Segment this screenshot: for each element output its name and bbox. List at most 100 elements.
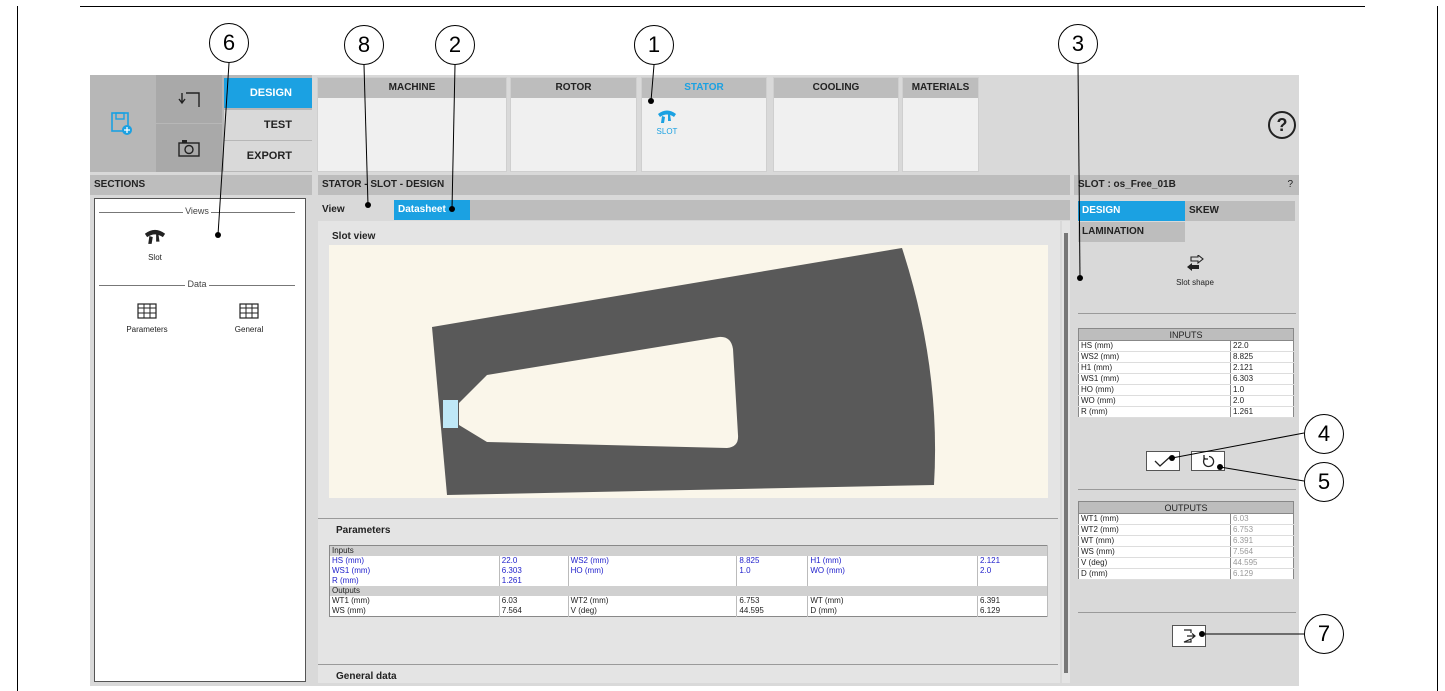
input-key: WO (mm) [1078, 395, 1231, 407]
input-value[interactable]: 1.261 [1230, 406, 1294, 418]
table-cell [568, 576, 738, 586]
nav-design-button[interactable]: DESIGN [224, 78, 312, 108]
table-cell: WS1 (mm) [329, 566, 500, 576]
table-cell: R (mm) [329, 576, 500, 586]
general-divider [318, 664, 1058, 665]
table-row: WT1 (mm) 6.03 WT2 (mm) 6.753 WT (mm) 6.3… [329, 596, 1048, 606]
module-materials[interactable]: MATERIALS [902, 77, 979, 172]
callout-8: 8 [344, 25, 384, 65]
outputs-group-label: Outputs [329, 586, 1048, 596]
table-row: WS (mm) 7.564 [1078, 546, 1294, 558]
stator-slot-label: SLOT [656, 127, 678, 136]
tab-skew[interactable]: SKEW [1185, 201, 1295, 221]
save-project-button[interactable] [90, 75, 154, 172]
nav-test-button[interactable]: TEST [224, 110, 312, 140]
output-value: 6.129 [1230, 568, 1294, 580]
table-cell: 8.825 [736, 556, 809, 566]
table-row: WO (mm) 2.0 [1078, 395, 1294, 407]
sections-panel: Views Slot Data Parameters General [94, 198, 306, 682]
slot-shape-button[interactable]: Slot shape [1160, 253, 1230, 287]
scrollbar-thumb[interactable] [1064, 233, 1068, 673]
table-cell: HS (mm) [329, 556, 500, 566]
callout-1: 1 [634, 25, 674, 65]
table-cell [807, 576, 979, 586]
sections-header: SECTIONS [90, 175, 312, 195]
input-value[interactable]: 1.0 [1230, 384, 1294, 396]
apply-button[interactable] [1146, 451, 1180, 471]
table-cell: WT1 (mm) [329, 596, 500, 606]
table-cell: WT2 (mm) [568, 596, 738, 606]
checkmark-icon [1154, 455, 1172, 467]
input-value[interactable]: 2.0 [1230, 395, 1294, 407]
stator-slot-button[interactable]: SLOT [652, 108, 682, 150]
input-value[interactable]: 6.303 [1230, 373, 1294, 385]
module-materials-label: MATERIALS [903, 78, 978, 98]
inputs-title: INPUTS [1078, 328, 1294, 341]
right-divider-1 [1078, 313, 1296, 314]
tab-view[interactable]: View [318, 200, 394, 220]
table-row: WS1 (mm) 6.303 [1078, 373, 1294, 385]
tab-datasheet[interactable]: Datasheet [394, 200, 470, 220]
table-row: WT1 (mm) 6.03 [1078, 513, 1294, 525]
table-cell: H1 (mm) [807, 556, 979, 566]
callout-6: 6 [209, 23, 249, 63]
center-scrollbar[interactable] [1062, 221, 1070, 683]
table-row: WS2 (mm) 8.825 [1078, 351, 1294, 363]
slot-icon [144, 229, 166, 244]
section-parameters-label: Parameters [126, 325, 168, 334]
module-cooling[interactable]: COOLING [773, 77, 899, 172]
back-button[interactable] [156, 75, 222, 123]
module-stator-label: STATOR [642, 78, 766, 98]
tab-design[interactable]: DESIGN [1078, 201, 1185, 221]
table-cell: WS2 (mm) [568, 556, 738, 566]
slot-name-title: SLOT : os_Free_01B [1078, 179, 1176, 190]
right-help-icon[interactable]: ? [1287, 175, 1293, 195]
tab-lamination[interactable]: LAMINATION [1078, 222, 1185, 242]
slot-view-title: Slot view [332, 231, 376, 242]
section-parameters[interactable]: Parameters [117, 303, 177, 334]
table-row: WT2 (mm) 6.753 [1078, 524, 1294, 536]
outputs-table: OUTPUTS WT1 (mm) 6.03 WT2 (mm) 6.753 WT (m… [1078, 501, 1294, 580]
camera-icon [178, 140, 200, 157]
table-row: R (mm) 1.261 [1078, 406, 1294, 418]
input-value[interactable]: 2.121 [1230, 362, 1294, 374]
table-cell: 6.03 [499, 596, 569, 606]
module-machine[interactable]: MACHINE [317, 77, 507, 172]
table-cell: D (mm) [807, 606, 979, 617]
module-machine-label: MACHINE [318, 78, 506, 98]
section-general[interactable]: General [219, 303, 279, 334]
table-cell: 1.261 [499, 576, 569, 586]
output-key: WT2 (mm) [1078, 524, 1231, 536]
table-cell: WT (mm) [807, 596, 979, 606]
section-slot-view[interactable]: Slot [135, 227, 175, 262]
section-slot-label: Slot [148, 253, 162, 262]
module-stator[interactable]: STATOR SLOT [641, 77, 767, 172]
center-header: STATOR - SLOT - DESIGN [318, 175, 1070, 195]
export-icon [1183, 629, 1196, 643]
callout-3: 3 [1058, 24, 1098, 64]
callout-5: 5 [1304, 462, 1344, 502]
table-cell: 6.391 [977, 596, 1048, 606]
reset-button[interactable] [1191, 451, 1225, 471]
input-value[interactable]: 22.0 [1230, 340, 1294, 352]
nav-export-button[interactable]: EXPORT [224, 141, 312, 171]
input-value[interactable]: 8.825 [1230, 351, 1294, 363]
table-icon [239, 303, 259, 319]
table-cell: 2.121 [977, 556, 1048, 566]
table-row: HS (mm) 22.0 [1078, 340, 1294, 352]
table-row: HO (mm) 1.0 [1078, 384, 1294, 396]
table-cell: 7.564 [499, 606, 569, 617]
views-group-label: Views [99, 206, 295, 216]
module-cooling-label: COOLING [774, 78, 898, 98]
help-button[interactable]: ? [1268, 111, 1296, 139]
table-cell: WS (mm) [329, 606, 500, 617]
swap-arrows-icon [1187, 253, 1204, 271]
slot-shape-label: Slot shape [1176, 278, 1214, 287]
table-icon [137, 303, 157, 319]
callout-4: 4 [1304, 414, 1344, 454]
module-rotor[interactable]: ROTOR [510, 77, 637, 172]
callout-7: 7 [1304, 614, 1344, 654]
table-cell: 6.303 [499, 566, 569, 576]
screenshot-button[interactable] [156, 124, 222, 172]
export-slot-button[interactable] [1172, 625, 1206, 647]
